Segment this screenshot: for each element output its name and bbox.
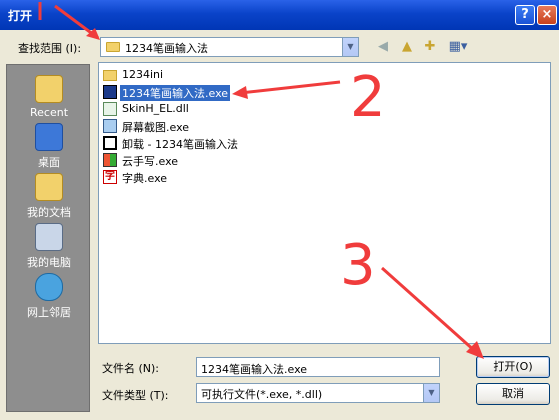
cloud-handwriting-icon	[103, 153, 117, 167]
folder-icon	[106, 42, 120, 52]
place-label: 桌面	[38, 156, 60, 169]
desktop-icon	[35, 123, 63, 151]
step-number-3: 3	[340, 233, 376, 298]
views-menu-icon[interactable]: ▦▾	[446, 38, 470, 56]
file-name: 1234ini	[122, 68, 164, 81]
my-computer-icon	[35, 223, 63, 251]
my-documents-icon	[35, 173, 63, 201]
place-my-computer[interactable]: 我的电脑	[7, 223, 91, 270]
dialog-title: 打开	[8, 9, 33, 23]
file-name: SkinH_EL.dll	[122, 102, 189, 115]
file-name: 云手写.exe	[122, 155, 179, 168]
title-bar[interactable]: 打开 ? ×	[0, 0, 559, 30]
file-list[interactable]: 1234ini 1234笔画输入法.exe SkinH_EL.dll 屏幕截图.…	[98, 62, 551, 344]
filetype-value: 可执行文件(*.exe, *.dll)	[201, 388, 323, 401]
open-button[interactable]: 打开(O)	[476, 356, 550, 378]
dictionary-icon: 字	[103, 170, 117, 184]
screenshot-icon	[103, 119, 117, 133]
place-my-documents[interactable]: 我的文档	[7, 173, 91, 220]
new-folder-icon[interactable]: ✚	[421, 38, 439, 56]
place-label: 我的电脑	[27, 256, 71, 269]
step-number-2: 2	[350, 65, 386, 130]
place-network[interactable]: 网上邻居	[7, 273, 91, 320]
back-arrow-icon[interactable]: ◀	[374, 38, 392, 56]
cancel-button[interactable]: 取消	[476, 383, 550, 405]
place-desktop[interactable]: 桌面	[7, 123, 91, 170]
place-label: 我的文档	[27, 206, 71, 219]
file-name: 屏幕截图.exe	[122, 121, 190, 134]
filename-field[interactable]: 1234笔画输入法.exe	[196, 357, 440, 377]
up-folder-icon[interactable]: ▲	[398, 38, 416, 56]
network-icon	[35, 273, 63, 301]
file-name: 1234笔画输入法.exe	[120, 85, 231, 101]
look-in-dropdown[interactable]: 1234笔画输入法 ▼	[100, 37, 359, 57]
place-recent[interactable]: Recent	[7, 75, 91, 119]
look-in-value: 1234笔画输入法	[125, 42, 208, 55]
places-bar: Recent 桌面 我的文档 我的电脑 网上邻居	[6, 64, 90, 412]
look-in-label: 查找范围 (I):	[18, 42, 82, 55]
place-label: 网上邻居	[27, 306, 71, 319]
file-name: 字典.exe	[122, 172, 168, 185]
filetype-dropdown[interactable]: 可执行文件(*.exe, *.dll) ▼	[196, 383, 440, 403]
open-file-dialog: 打开 ? × 查找范围 (I): 1234笔画输入法 ▼ ◀ ▲ ✚ ▦▾ Re…	[0, 0, 559, 420]
dll-icon	[103, 102, 117, 116]
chevron-down-icon[interactable]: ▼	[342, 38, 358, 56]
filename-label: 文件名 (N):	[102, 362, 160, 375]
recent-icon	[35, 75, 63, 103]
chevron-down-icon[interactable]: ▼	[423, 384, 439, 402]
close-button[interactable]: ×	[537, 5, 557, 25]
place-label: Recent	[29, 106, 69, 119]
help-button[interactable]: ?	[515, 5, 535, 25]
app-icon	[103, 85, 117, 99]
file-name: 卸载 - 1234笔画输入法	[122, 138, 238, 151]
uninstall-icon	[103, 136, 117, 150]
folder-icon	[103, 70, 117, 81]
filetype-label: 文件类型 (T):	[102, 389, 169, 402]
filename-value: 1234笔画输入法.exe	[201, 363, 308, 376]
